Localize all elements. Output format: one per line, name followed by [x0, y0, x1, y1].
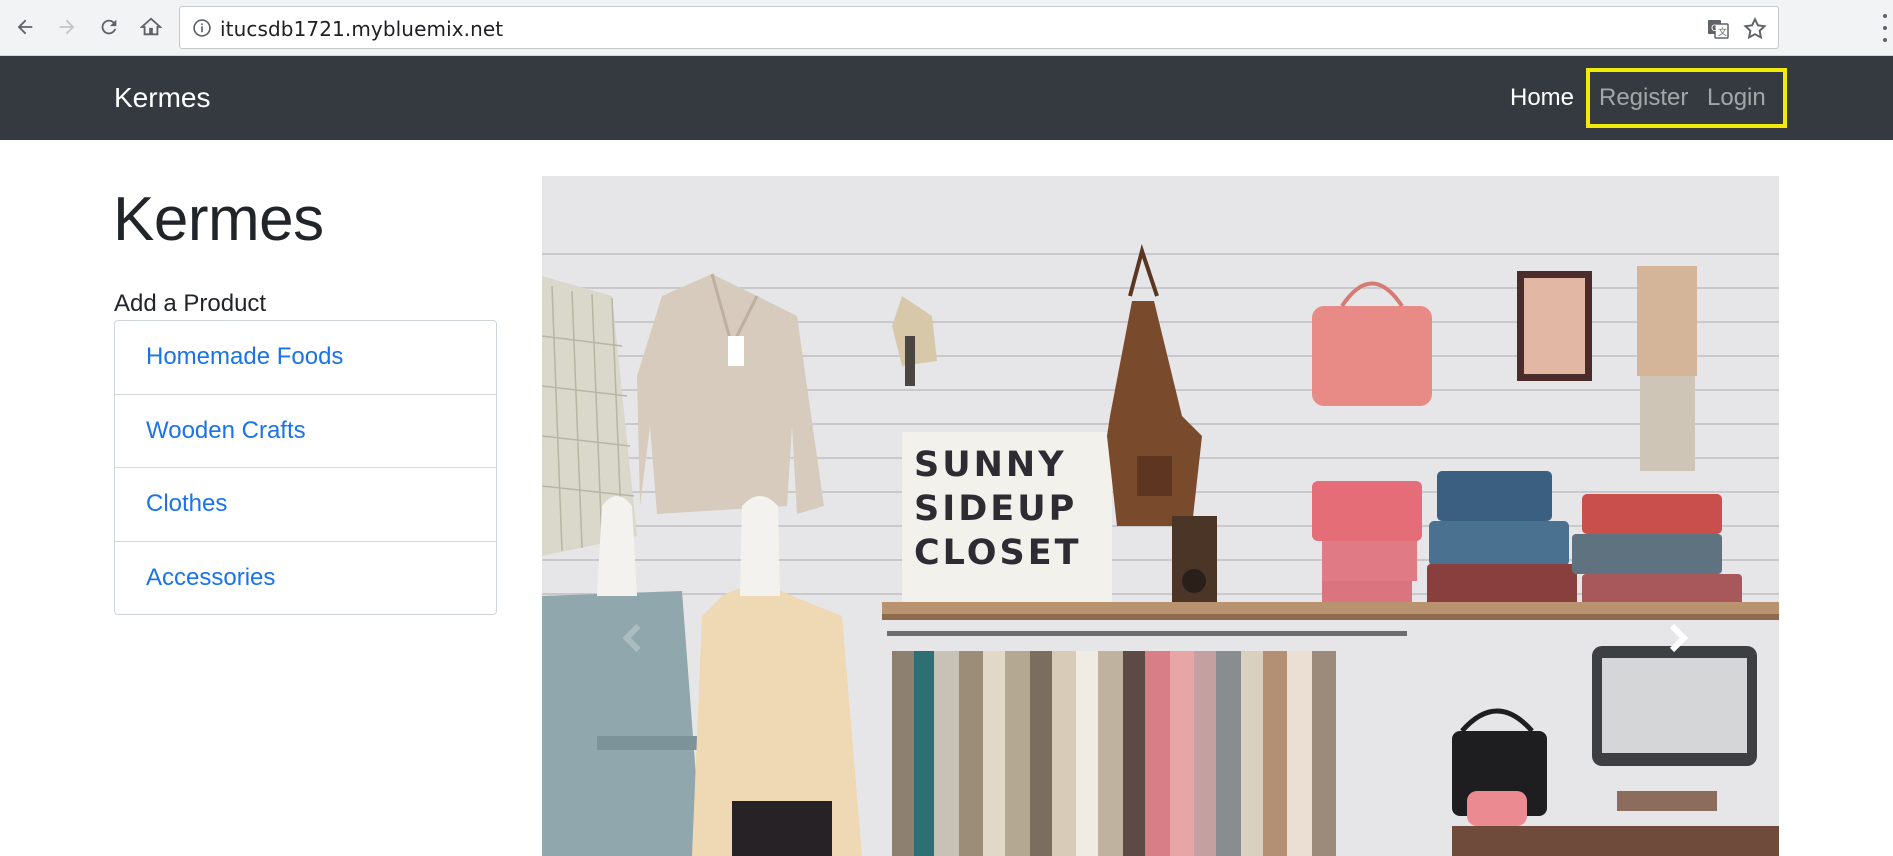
page-title: Kermes — [113, 185, 324, 254]
translate-icon[interactable]: G 文 — [1706, 17, 1730, 41]
reload-icon[interactable] — [92, 10, 126, 44]
category-homemade-foods[interactable]: Homemade Foods — [115, 321, 496, 395]
back-icon[interactable] — [8, 10, 42, 44]
add-product-label: Add a Product — [114, 290, 267, 317]
svg-text:文: 文 — [1718, 26, 1727, 38]
sign-line-2: SIDEUP — [914, 489, 1077, 529]
carousel-prev-icon[interactable] — [616, 620, 652, 656]
home-icon[interactable] — [134, 10, 168, 44]
sign-line-3: CLOSET — [914, 533, 1082, 573]
address-bar[interactable]: itucsdb1721.mybluemix.net G 文 — [179, 6, 1779, 49]
url-text[interactable]: itucsdb1721.mybluemix.net — [220, 17, 503, 41]
category-list: Homemade Foods Wooden Crafts Clothes Acc… — [114, 320, 497, 615]
svg-text:G: G — [1711, 24, 1718, 34]
category-wooden-crafts[interactable]: Wooden Crafts — [115, 394, 496, 468]
sign-line-1: SUNNY — [914, 445, 1067, 485]
info-icon[interactable] — [192, 18, 212, 38]
carousel-image: SUNNY SIDEUP CLOSET — [542, 176, 1779, 856]
carousel-next-icon[interactable] — [1660, 620, 1696, 656]
star-icon[interactable] — [1742, 16, 1768, 42]
site-navbar: Kermes Home Register Login — [0, 56, 1893, 140]
browser-toolbar: itucsdb1721.mybluemix.net G 文 — [0, 0, 1893, 56]
menu-icon[interactable] — [1881, 14, 1889, 42]
auth-links-highlight — [1586, 68, 1787, 128]
category-accessories[interactable]: Accessories — [115, 541, 496, 614]
forward-icon[interactable] — [50, 10, 84, 44]
navbar-brand[interactable]: Kermes — [114, 82, 210, 114]
category-clothes[interactable]: Clothes — [115, 468, 496, 542]
nav-home-link[interactable]: Home — [1510, 84, 1574, 112]
